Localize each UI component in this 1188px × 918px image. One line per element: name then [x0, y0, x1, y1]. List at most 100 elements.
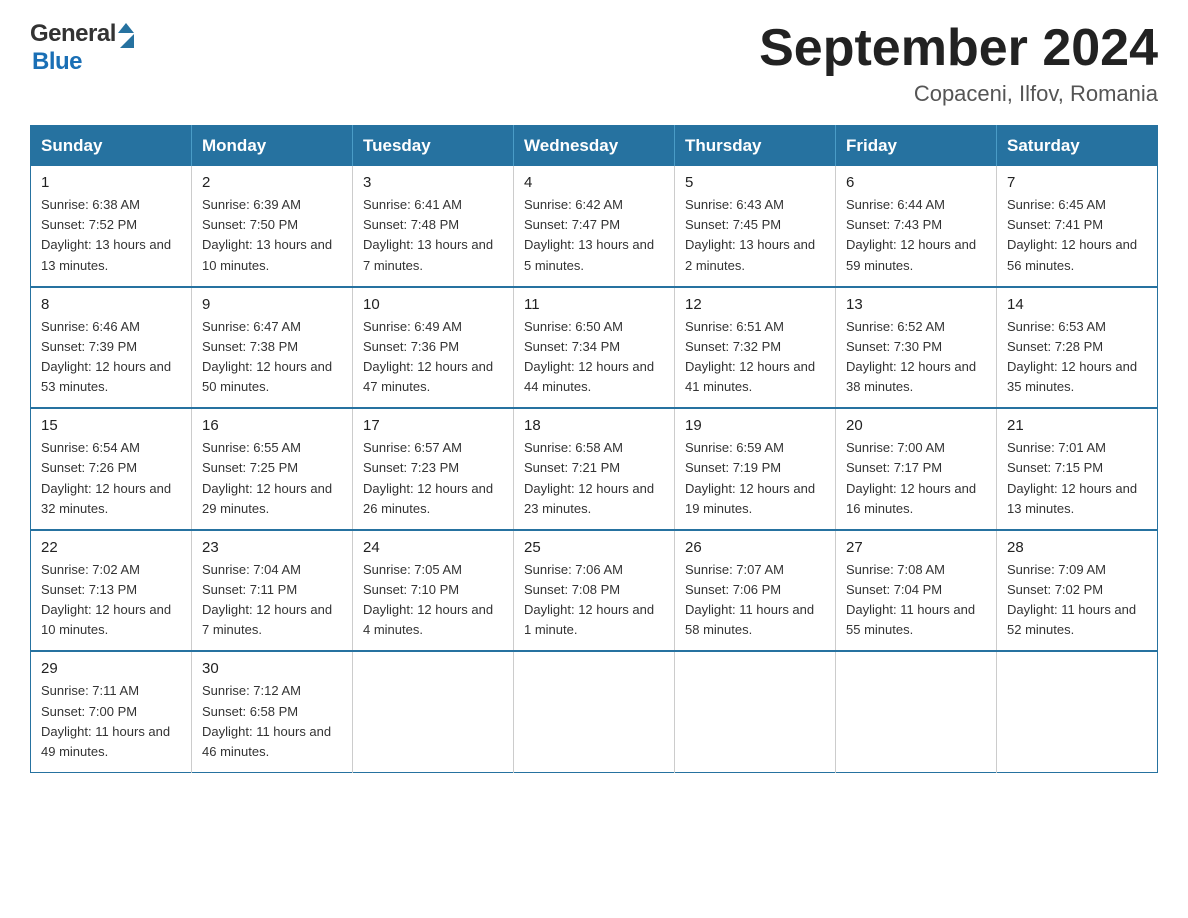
day-number: 28	[1007, 539, 1147, 556]
day-number: 24	[363, 539, 503, 556]
day-info: Sunrise: 6:52 AMSunset: 7:30 PMDaylight:…	[846, 317, 986, 398]
day-number: 17	[363, 417, 503, 434]
day-info: Sunrise: 6:42 AMSunset: 7:47 PMDaylight:…	[524, 195, 664, 276]
day-number: 5	[685, 174, 825, 191]
day-number: 14	[1007, 296, 1147, 313]
day-info: Sunrise: 6:53 AMSunset: 7:28 PMDaylight:…	[1007, 317, 1147, 398]
day-info: Sunrise: 6:41 AMSunset: 7:48 PMDaylight:…	[363, 195, 503, 276]
calendar-cell: 30 Sunrise: 7:12 AMSunset: 6:58 PMDayligh…	[192, 651, 353, 772]
week-row-5: 29 Sunrise: 7:11 AMSunset: 7:00 PMDayligh…	[31, 651, 1158, 772]
calendar-cell: 26 Sunrise: 7:07 AMSunset: 7:06 PMDayligh…	[675, 530, 836, 652]
day-number: 18	[524, 417, 664, 434]
day-number: 13	[846, 296, 986, 313]
day-number: 1	[41, 174, 181, 191]
day-info: Sunrise: 7:07 AMSunset: 7:06 PMDaylight:…	[685, 560, 825, 641]
calendar-cell: 21 Sunrise: 7:01 AMSunset: 7:15 PMDayligh…	[997, 408, 1158, 530]
day-number: 2	[202, 174, 342, 191]
header-wednesday: Wednesday	[514, 126, 675, 167]
calendar-cell: 8 Sunrise: 6:46 AMSunset: 7:39 PMDaylight…	[31, 287, 192, 409]
month-title: September 2024	[759, 20, 1158, 77]
day-info: Sunrise: 6:59 AMSunset: 7:19 PMDaylight:…	[685, 438, 825, 519]
logo-general-text: General	[30, 20, 116, 48]
calendar-cell: 19Sunrise: 6:59 AMSunset: 7:19 PMDayligh…	[675, 408, 836, 530]
calendar-cell: 28 Sunrise: 7:09 AMSunset: 7:02 PMDayligh…	[997, 530, 1158, 652]
calendar-cell: 17 Sunrise: 6:57 AMSunset: 7:23 PMDayligh…	[353, 408, 514, 530]
logo-icon	[118, 23, 134, 48]
day-number: 26	[685, 539, 825, 556]
day-number: 8	[41, 296, 181, 313]
day-number: 20	[846, 417, 986, 434]
header-thursday: Thursday	[675, 126, 836, 167]
calendar-cell: 20Sunrise: 7:00 AMSunset: 7:17 PMDayligh…	[836, 408, 997, 530]
day-number: 6	[846, 174, 986, 191]
day-info: Sunrise: 6:57 AMSunset: 7:23 PMDaylight:…	[363, 438, 503, 519]
calendar-cell: 12 Sunrise: 6:51 AMSunset: 7:32 PMDayligh…	[675, 287, 836, 409]
calendar-cell: 15 Sunrise: 6:54 AMSunset: 7:26 PMDayligh…	[31, 408, 192, 530]
week-row-3: 15 Sunrise: 6:54 AMSunset: 7:26 PMDayligh…	[31, 408, 1158, 530]
calendar-cell	[997, 651, 1158, 772]
day-number: 7	[1007, 174, 1147, 191]
day-info: Sunrise: 6:44 AMSunset: 7:43 PMDaylight:…	[846, 195, 986, 276]
weekday-header-row: Sunday Monday Tuesday Wednesday Thursday…	[31, 126, 1158, 167]
day-info: Sunrise: 6:43 AMSunset: 7:45 PMDaylight:…	[685, 195, 825, 276]
day-number: 29	[41, 660, 181, 677]
calendar-cell: 6 Sunrise: 6:44 AMSunset: 7:43 PMDaylight…	[836, 166, 997, 287]
header-sunday: Sunday	[31, 126, 192, 167]
day-number: 12	[685, 296, 825, 313]
day-info: Sunrise: 7:02 AMSunset: 7:13 PMDaylight:…	[41, 560, 181, 641]
calendar-cell: 14 Sunrise: 6:53 AMSunset: 7:28 PMDayligh…	[997, 287, 1158, 409]
header-saturday: Saturday	[997, 126, 1158, 167]
day-number: 3	[363, 174, 503, 191]
calendar-cell: 27Sunrise: 7:08 AMSunset: 7:04 PMDayligh…	[836, 530, 997, 652]
day-info: Sunrise: 6:55 AMSunset: 7:25 PMDaylight:…	[202, 438, 342, 519]
day-info: Sunrise: 6:50 AMSunset: 7:34 PMDaylight:…	[524, 317, 664, 398]
logo-line1: General	[30, 20, 134, 48]
day-info: Sunrise: 6:51 AMSunset: 7:32 PMDaylight:…	[685, 317, 825, 398]
calendar-cell: 18 Sunrise: 6:58 AMSunset: 7:21 PMDayligh…	[514, 408, 675, 530]
calendar-cell: 24 Sunrise: 7:05 AMSunset: 7:10 PMDayligh…	[353, 530, 514, 652]
calendar-cell	[353, 651, 514, 772]
day-number: 10	[363, 296, 503, 313]
day-number: 9	[202, 296, 342, 313]
day-number: 16	[202, 417, 342, 434]
day-info: Sunrise: 7:04 AMSunset: 7:11 PMDaylight:…	[202, 560, 342, 641]
day-info: Sunrise: 6:49 AMSunset: 7:36 PMDaylight:…	[363, 317, 503, 398]
day-number: 15	[41, 417, 181, 434]
header: General Blue September 2024 Copaceni, Il…	[30, 20, 1158, 107]
page: General Blue September 2024 Copaceni, Il…	[0, 0, 1188, 803]
logo-triangle-bottom	[120, 34, 134, 48]
calendar-cell: 23Sunrise: 7:04 AMSunset: 7:11 PMDayligh…	[192, 530, 353, 652]
day-info: Sunrise: 7:08 AMSunset: 7:04 PMDaylight:…	[846, 560, 986, 641]
day-number: 4	[524, 174, 664, 191]
day-info: Sunrise: 6:38 AMSunset: 7:52 PMDaylight:…	[41, 195, 181, 276]
calendar-cell: 10 Sunrise: 6:49 AMSunset: 7:36 PMDayligh…	[353, 287, 514, 409]
day-info: Sunrise: 7:11 AMSunset: 7:00 PMDaylight:…	[41, 681, 181, 762]
day-number: 30	[202, 660, 342, 677]
calendar-cell: 5 Sunrise: 6:43 AMSunset: 7:45 PMDaylight…	[675, 166, 836, 287]
day-number: 22	[41, 539, 181, 556]
calendar-cell: 3 Sunrise: 6:41 AMSunset: 7:48 PMDaylight…	[353, 166, 514, 287]
calendar-cell: 4 Sunrise: 6:42 AMSunset: 7:47 PMDaylight…	[514, 166, 675, 287]
header-friday: Friday	[836, 126, 997, 167]
day-info: Sunrise: 6:39 AMSunset: 7:50 PMDaylight:…	[202, 195, 342, 276]
week-row-2: 8 Sunrise: 6:46 AMSunset: 7:39 PMDaylight…	[31, 287, 1158, 409]
day-number: 21	[1007, 417, 1147, 434]
location-title: Copaceni, Ilfov, Romania	[759, 81, 1158, 107]
calendar-cell: 25Sunrise: 7:06 AMSunset: 7:08 PMDayligh…	[514, 530, 675, 652]
day-info: Sunrise: 6:58 AMSunset: 7:21 PMDaylight:…	[524, 438, 664, 519]
calendar-cell: 29 Sunrise: 7:11 AMSunset: 7:00 PMDayligh…	[31, 651, 192, 772]
calendar-cell: 9Sunrise: 6:47 AMSunset: 7:38 PMDaylight…	[192, 287, 353, 409]
calendar-cell: 7 Sunrise: 6:45 AMSunset: 7:41 PMDaylight…	[997, 166, 1158, 287]
calendar-cell: 16 Sunrise: 6:55 AMSunset: 7:25 PMDayligh…	[192, 408, 353, 530]
logo-triangle-top	[118, 23, 134, 33]
day-number: 25	[524, 539, 664, 556]
logo-line2: Blue	[30, 48, 134, 76]
calendar-cell: 1 Sunrise: 6:38 AMSunset: 7:52 PMDaylight…	[31, 166, 192, 287]
day-info: Sunrise: 6:45 AMSunset: 7:41 PMDaylight:…	[1007, 195, 1147, 276]
day-info: Sunrise: 6:46 AMSunset: 7:39 PMDaylight:…	[41, 317, 181, 398]
day-info: Sunrise: 6:54 AMSunset: 7:26 PMDaylight:…	[41, 438, 181, 519]
day-info: Sunrise: 7:12 AMSunset: 6:58 PMDaylight:…	[202, 681, 342, 762]
day-info: Sunrise: 7:09 AMSunset: 7:02 PMDaylight:…	[1007, 560, 1147, 641]
day-info: Sunrise: 7:01 AMSunset: 7:15 PMDaylight:…	[1007, 438, 1147, 519]
day-info: Sunrise: 7:05 AMSunset: 7:10 PMDaylight:…	[363, 560, 503, 641]
